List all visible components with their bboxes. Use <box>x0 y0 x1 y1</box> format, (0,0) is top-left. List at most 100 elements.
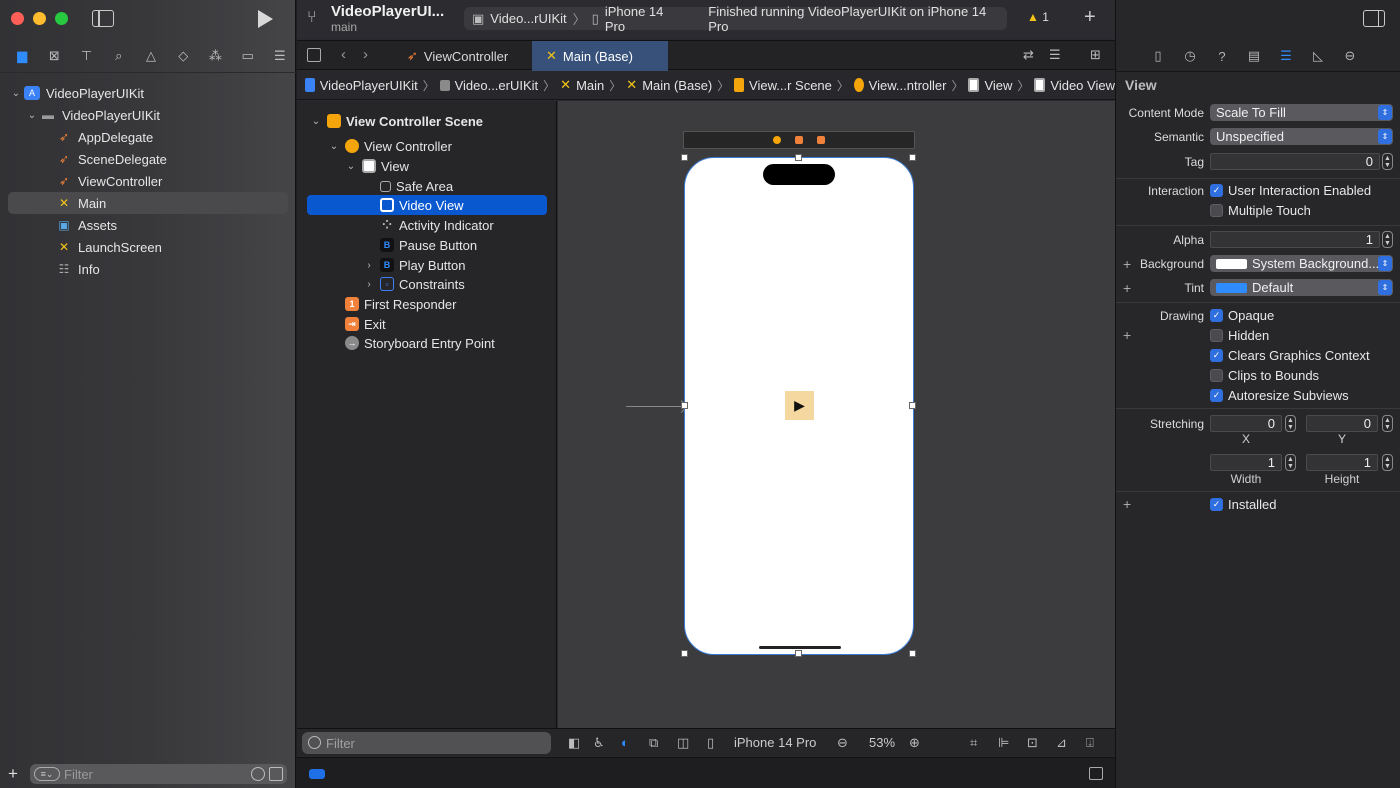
modified-files-icon[interactable] <box>269 767 283 781</box>
activity-viewer[interactable]: ▣ Video...rUIKit 〉 ▯ iPhone 14 Pro Finis… <box>464 4 1007 34</box>
jump-bar-item[interactable]: View <box>984 78 1012 93</box>
stretch-height-stepper[interactable]: ▲ ▼ <box>1382 454 1393 471</box>
outline-row[interactable]: ⇥ Exit <box>345 314 386 334</box>
tab-viewcontroller[interactable]: ➶ ViewController <box>393 41 532 71</box>
jump-bar-item[interactable]: View...ntroller <box>869 78 947 93</box>
tab-main-base[interactable]: ✕ Main (Base) <box>532 41 668 71</box>
embed-in-icon[interactable]: ⍗ <box>1086 735 1094 751</box>
tree-item-main[interactable]: ✕ Main <box>8 192 288 214</box>
outline-row[interactable]: B Pause Button <box>380 235 477 255</box>
minimize-window-button[interactable] <box>33 12 46 25</box>
scene-dock[interactable] <box>683 131 915 149</box>
file-icon[interactable]: ▯ <box>1149 48 1167 64</box>
chevron-down-icon[interactable]: ⌄ <box>24 110 40 121</box>
outline-toggle-icon[interactable]: ◧ <box>568 735 580 751</box>
tree-item-viewcontroller[interactable]: ➶ ViewController <box>8 170 288 192</box>
resize-handle[interactable] <box>909 650 916 657</box>
stretch-width-field[interactable]: 1 <box>1210 454 1282 471</box>
resize-handle[interactable] <box>681 650 688 657</box>
debug-icon[interactable]: ⁂ <box>199 45 231 67</box>
chevron-right-icon[interactable]: › <box>362 260 376 271</box>
device-icon[interactable]: ▯ <box>707 735 714 751</box>
resize-handle[interactable] <box>681 402 688 409</box>
alpha-field[interactable]: 1 <box>1210 231 1380 248</box>
outline-row[interactable]: ⌄ View Controller <box>327 136 452 156</box>
tree-item-info[interactable]: ☷ Info <box>8 258 288 280</box>
jump-bar-item[interactable]: Main <box>576 78 604 93</box>
storyboard-canvas[interactable]: ▶ <box>558 101 1115 728</box>
chevron-down-icon[interactable]: ⌄ <box>309 116 323 127</box>
entry-point-arrow[interactable] <box>626 406 684 407</box>
exit-icon[interactable] <box>817 136 825 144</box>
identity-icon[interactable]: ▤ <box>1245 48 1263 64</box>
attributes-icon[interactable]: ☰ <box>1277 48 1295 64</box>
background-popup[interactable]: System Background... ⇕ <box>1210 255 1393 272</box>
outline-row[interactable]: › ▫ Constraints <box>362 274 464 294</box>
chevron-down-icon[interactable]: ⌄ <box>344 161 358 172</box>
add-variation-icon[interactable]: + <box>1123 496 1131 512</box>
filter-options-icon[interactable]: ≡⌄ <box>34 767 60 781</box>
add-editor-icon[interactable]: ⊞ <box>1090 47 1101 63</box>
stretch-x-stepper[interactable]: ▲ ▼ <box>1285 415 1296 432</box>
user-interaction-checkbox[interactable]: ✓ User Interaction Enabled <box>1210 181 1371 199</box>
zoom-in-icon[interactable]: ⊕ <box>909 735 920 751</box>
outline-row[interactable]: ⌄ View <box>344 156 409 176</box>
tag-stepper[interactable]: ▲ ▼ <box>1382 153 1393 170</box>
connections-icon[interactable]: ⊖ <box>1341 48 1359 64</box>
tree-item-assets[interactable]: ▣ Assets <box>8 214 288 236</box>
resize-handle[interactable] <box>795 650 802 657</box>
add-variation-icon[interactable]: + <box>1123 327 1131 343</box>
multiple-touch-checkbox[interactable]: Multiple Touch <box>1210 201 1311 219</box>
outline-row[interactable]: 1 First Responder <box>345 294 456 314</box>
stretch-width-stepper[interactable]: ▲ ▼ <box>1285 454 1296 471</box>
recent-files-icon[interactable] <box>251 767 265 781</box>
tag-field[interactable]: 0 <box>1210 153 1380 170</box>
jump-bar-item[interactable]: Video...erUIKit <box>455 78 539 93</box>
alpha-stepper[interactable]: ▲ ▼ <box>1382 231 1393 248</box>
zoom-out-icon[interactable]: ⊖ <box>837 735 848 751</box>
jump-bar-item[interactable]: Main (Base) <box>642 78 712 93</box>
jump-bar-item[interactable]: VideoPlayerUIKit <box>320 78 418 93</box>
orientation-icon[interactable]: ⧉ <box>649 735 658 751</box>
installed-checkbox[interactable]: ✓ Installed <box>1210 495 1276 513</box>
scheme-selector[interactable]: Video...rUIKit <box>490 11 566 26</box>
destination-selector[interactable]: iPhone 14 Pro <box>605 4 687 34</box>
stretch-height-field[interactable]: 1 <box>1306 454 1378 471</box>
debug-area-toggle[interactable] <box>309 769 325 779</box>
zoom-level[interactable]: 53% <box>869 735 895 750</box>
zoom-window-button[interactable] <box>55 12 68 25</box>
folder-icon[interactable]: ▆ <box>6 45 38 67</box>
forward-icon[interactable]: › <box>363 46 368 63</box>
appearance-icon[interactable]: ◐ <box>621 735 629 750</box>
outline-filter-input[interactable]: Filter <box>302 732 551 754</box>
stretch-x-field[interactable]: 0 <box>1210 415 1282 432</box>
editor-options-icon[interactable]: ☰ <box>1049 47 1061 63</box>
help-icon[interactable]: ? <box>1213 49 1231 64</box>
outline-row[interactable]: ⁘ Activity Indicator <box>380 215 494 235</box>
outline-row[interactable]: Safe Area <box>380 176 453 196</box>
clears-graphics-checkbox[interactable]: ✓ Clears Graphics Context <box>1210 346 1370 364</box>
hidden-checkbox[interactable]: Hidden <box>1210 326 1269 344</box>
autoresize-checkbox[interactable]: ✓ Autoresize Subviews <box>1210 386 1349 404</box>
outline-row[interactable]: ⌄ View Controller Scene <box>309 111 483 131</box>
add-constraints-icon[interactable]: ⊡ <box>1027 735 1038 751</box>
semantic-popup[interactable]: Unspecified ⇕ <box>1210 128 1393 145</box>
clips-to-bounds-checkbox[interactable]: Clips to Bounds <box>1210 366 1319 384</box>
outline-row[interactable]: › B Play Button <box>362 255 465 275</box>
chevron-down-icon[interactable]: ⌄ <box>327 141 341 152</box>
stretch-y-field[interactable]: 0 <box>1306 415 1378 432</box>
back-icon[interactable]: ‹ <box>341 46 346 63</box>
branch-icon[interactable]: ⑂ <box>307 9 317 27</box>
opaque-checkbox[interactable]: ✓ Opaque <box>1210 306 1274 324</box>
play-button-icon[interactable]: ▶ <box>785 391 814 420</box>
accessibility-icon[interactable]: ♿ <box>593 735 605 751</box>
sidebar-toggle-icon[interactable] <box>92 10 114 27</box>
resize-handle[interactable] <box>909 154 916 161</box>
outline-row[interactable]: → Storyboard Entry Point <box>345 333 495 353</box>
warning-badge[interactable]: ▲ 1 <box>1027 10 1049 24</box>
symbol-icon[interactable]: ⊤ <box>70 45 102 67</box>
resize-handle[interactable] <box>681 154 688 161</box>
report-icon[interactable]: ☰ <box>264 45 296 67</box>
close-window-button[interactable] <box>11 12 24 25</box>
view-controller-icon[interactable] <box>773 136 781 144</box>
